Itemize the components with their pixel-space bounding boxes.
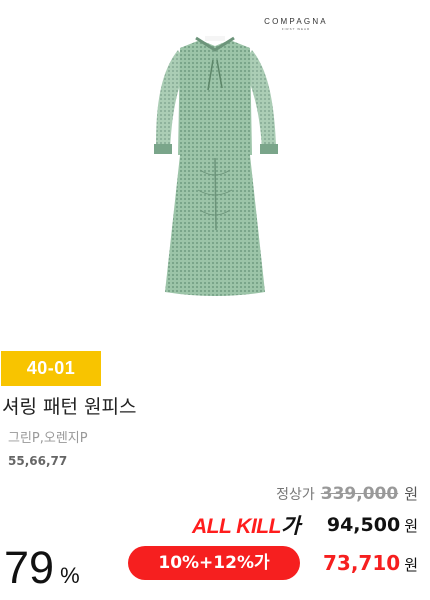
allkill-logo: ALL KILL가 [192, 510, 300, 540]
product-image[interactable]: COMPAGNA FIRST WEAR [0, 0, 430, 345]
allkill-logo-suffix: 가 [280, 515, 300, 538]
product-sizes: 55,66,77 [8, 454, 68, 468]
regular-price-row: 정상가 339,000 원 [276, 483, 418, 504]
brand-name: COMPAGNA [264, 17, 328, 26]
final-price-row: 73,710 원 [323, 551, 418, 575]
allkill-price-row: 94,500 원 [327, 514, 418, 536]
discount-rate-number: 79 [4, 542, 55, 593]
brand-logo: COMPAGNA FIRST WEAR [260, 17, 332, 31]
dress-illustration [154, 36, 278, 296]
product-colors: 그린P,오렌지P [8, 431, 88, 446]
allkill-logo-text: ALL KILL [192, 515, 281, 538]
percent-sign: % [60, 563, 80, 588]
coupon-badge[interactable]: 10%+12%가 [128, 546, 300, 580]
discount-rate: 79% [4, 542, 80, 594]
product-code-badge: 40-01 [1, 351, 101, 386]
final-price: 73,710 [323, 551, 401, 575]
currency-unit: 원 [404, 485, 418, 503]
regular-price-label: 정상가 [276, 487, 315, 503]
allkill-price: 94,500 [326, 514, 401, 536]
currency-unit: 원 [404, 517, 418, 535]
currency-unit: 원 [404, 556, 418, 574]
regular-price: 339,000 [320, 484, 399, 504]
product-name[interactable]: 셔링 패턴 원피스 [2, 392, 136, 419]
